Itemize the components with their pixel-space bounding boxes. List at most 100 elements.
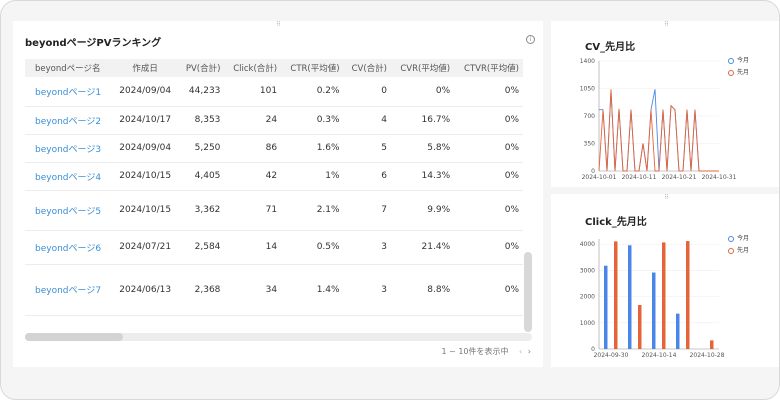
table-cell: 7 bbox=[343, 190, 391, 231]
table-cell: 0 bbox=[343, 77, 391, 107]
x-tick-label: 2024-10-31 bbox=[702, 174, 737, 181]
table-cell: 0% bbox=[454, 230, 523, 265]
table-row: beyondページ2 2024/10/17 8,353 24 0.3% 4 16.7% 0% bbox=[25, 106, 523, 135]
table-row: beyondページ1 2024/09/04 44,233 101 0.2% 0 0% 0% bbox=[25, 77, 523, 107]
table-cell: 2024/09/04 bbox=[112, 77, 178, 107]
table-row: beyondページ6 2024/07/21 2,584 14 0.5% 3 21.4% 0% bbox=[25, 230, 523, 265]
table-cell: 14.3% bbox=[390, 162, 455, 191]
table-cell: 4,405 bbox=[177, 162, 225, 191]
table-cell: 2.1% bbox=[281, 190, 344, 231]
table-cell: 16.7% bbox=[390, 106, 455, 135]
horizontal-scrollbar[interactable] bbox=[25, 333, 532, 341]
table-cell: 5 bbox=[343, 134, 391, 163]
info-icon[interactable]: i bbox=[526, 35, 535, 44]
table-row: beyondページ7 2024/06/13 2,368 34 1.4% 3 8.8% 0% bbox=[25, 264, 523, 316]
table-cell: 0.5% bbox=[281, 230, 344, 265]
ranking-title: beyondページPVランキング bbox=[25, 38, 162, 49]
table-cell: 2024/10/15 bbox=[112, 162, 178, 191]
table-cell: 8.8% bbox=[390, 264, 455, 316]
page-name-link[interactable]: beyondページ2 bbox=[25, 106, 113, 135]
y-tick-label: 700 bbox=[584, 113, 596, 120]
table-cell: 4 bbox=[343, 106, 391, 135]
table-header-row: beyondページ名 作成日 PV(合計) Click(合計) CTR(平均値) CV(合… bbox=[25, 59, 523, 77]
next-page-icon[interactable]: › bbox=[528, 347, 531, 356]
table-cell: 0.2% bbox=[281, 77, 344, 107]
dashboard-frame: ⠿ beyondページPVランキング i beyondページ名 作成日 PV(合計)… bbox=[0, 0, 780, 400]
vertical-scrollbar[interactable] bbox=[524, 252, 532, 332]
x-tick-label: 2024-10-14 bbox=[642, 352, 677, 359]
table-cell: 2024/10/17 bbox=[112, 106, 178, 135]
prev-page-icon[interactable]: ‹ bbox=[519, 347, 522, 356]
table-body: beyondページ1 2024/09/04 44,233 101 0.2% 0 0% 0% be… bbox=[25, 77, 523, 316]
y-tick-label: 1400 bbox=[580, 58, 595, 65]
table-cell: 6 bbox=[343, 162, 391, 191]
table-cell: 42 bbox=[224, 162, 282, 191]
column-header[interactable]: PV(合計) bbox=[177, 59, 225, 77]
cv-chart-panel: ⠿ CV_先月比 今月 先月 0 350 700 1050 1400 2024-10-01… bbox=[551, 21, 779, 187]
bar-0 bbox=[676, 313, 680, 349]
bar-0 bbox=[652, 272, 656, 349]
pagination: 1 ~ 10件を表示中 ‹ › bbox=[438, 346, 531, 357]
x-tick-label: 2024-10-21 bbox=[662, 174, 697, 181]
click-chart-panel: ⠿ Click_先月比 今月 先月 0 1000 2000 3000 4000 2024-… bbox=[551, 194, 779, 367]
table-cell: 2,368 bbox=[177, 264, 225, 316]
table-cell: 0% bbox=[454, 264, 523, 316]
column-header[interactable]: beyondページ名 bbox=[25, 59, 113, 77]
column-header[interactable]: CV(合計) bbox=[343, 59, 391, 77]
bar-1 bbox=[614, 241, 618, 349]
page-name-link[interactable]: beyondページ4 bbox=[25, 162, 113, 191]
y-tick-label: 1050 bbox=[580, 86, 595, 93]
table-cell: 1.6% bbox=[281, 134, 344, 163]
pagination-text: 1 ~ 10件を表示中 bbox=[441, 347, 509, 356]
page-name-link[interactable]: beyondページ6 bbox=[25, 230, 113, 265]
table-cell: 86 bbox=[224, 134, 282, 163]
y-tick-label: 3000 bbox=[580, 267, 595, 274]
table-cell: 0% bbox=[454, 106, 523, 135]
bar-1 bbox=[638, 305, 642, 349]
page-name-link[interactable]: beyondページ1 bbox=[25, 77, 113, 107]
column-header[interactable]: Click(合計) bbox=[224, 59, 282, 77]
x-tick-label: 2024-09-30 bbox=[594, 352, 629, 359]
table-cell: 44,233 bbox=[177, 77, 225, 107]
table-cell: 21.4% bbox=[390, 230, 455, 265]
table-cell: 8,353 bbox=[177, 106, 225, 135]
bar-0 bbox=[628, 245, 632, 349]
y-tick-label: 350 bbox=[584, 141, 596, 148]
table-cell: 1% bbox=[281, 162, 344, 191]
x-tick-label: 2024-10-01 bbox=[582, 174, 617, 181]
page-name-link[interactable]: beyondページ7 bbox=[25, 264, 113, 316]
table-cell: 3 bbox=[343, 264, 391, 316]
x-tick-label: 2024-10-11 bbox=[622, 174, 657, 181]
table-cell: 0% bbox=[454, 190, 523, 231]
column-header[interactable]: CTR(平均値) bbox=[281, 59, 344, 77]
x-tick-label: 2024-10-28 bbox=[690, 352, 725, 359]
table-cell: 0% bbox=[390, 77, 455, 107]
ranking-panel: ⠿ beyondページPVランキング i beyondページ名 作成日 PV(合計)… bbox=[13, 21, 543, 367]
table-cell: 0% bbox=[454, 162, 523, 191]
ranking-table: beyondページ名 作成日 PV(合計) Click(合計) CTR(平均値) CV(合… bbox=[25, 59, 523, 316]
table-cell: 14 bbox=[224, 230, 282, 265]
table-cell: 3,362 bbox=[177, 190, 225, 231]
table-cell: 9.9% bbox=[390, 190, 455, 231]
table-cell: 2024/09/04 bbox=[112, 134, 178, 163]
series-line-0 bbox=[599, 89, 719, 172]
table-cell: 34 bbox=[224, 264, 282, 316]
table-cell: 101 bbox=[224, 77, 282, 107]
table-cell: 2024/07/21 bbox=[112, 230, 178, 265]
table-cell: 71 bbox=[224, 190, 282, 231]
bar-0 bbox=[604, 265, 608, 349]
horizontal-scrollbar-thumb[interactable] bbox=[25, 333, 123, 341]
table-cell: 3 bbox=[343, 230, 391, 265]
table-cell: 0% bbox=[454, 134, 523, 163]
table-cell: 5,250 bbox=[177, 134, 225, 163]
column-header[interactable]: 作成日 bbox=[112, 59, 178, 77]
y-tick-label: 1000 bbox=[580, 320, 595, 327]
series-line-1 bbox=[598, 89, 719, 172]
column-header[interactable]: CTVR(平均値) bbox=[454, 59, 523, 77]
table-cell: 24 bbox=[224, 106, 282, 135]
table-cell: 0% bbox=[454, 77, 523, 107]
column-header[interactable]: CVR(平均値) bbox=[390, 59, 455, 77]
drag-handle-icon[interactable]: ⠿ bbox=[274, 22, 282, 28]
page-name-link[interactable]: beyondページ5 bbox=[25, 190, 113, 231]
page-name-link[interactable]: beyondページ3 bbox=[25, 134, 113, 163]
